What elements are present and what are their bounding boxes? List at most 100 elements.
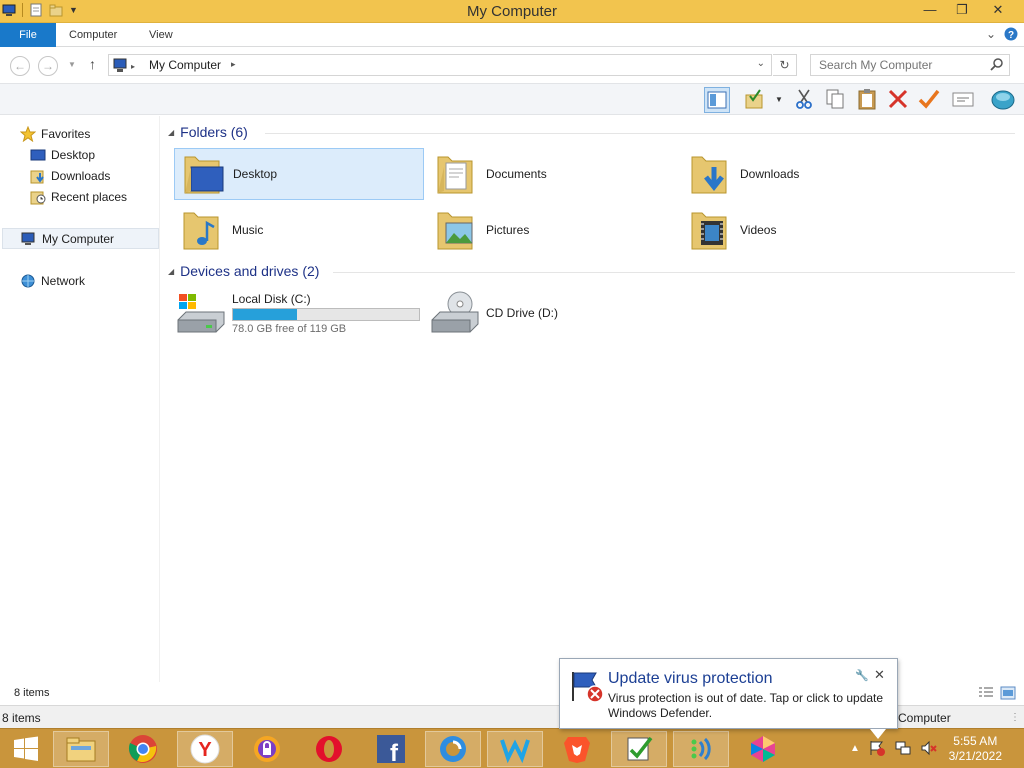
- preview-pane-icon: [707, 91, 727, 109]
- ribbon-tabs: File Computer View ⌄ ?: [0, 23, 1024, 47]
- tab-view[interactable]: View: [149, 23, 173, 47]
- rename-button[interactable]: [917, 87, 943, 113]
- folders-group-header[interactable]: ◢ Folders (6): [168, 124, 248, 140]
- refresh-button[interactable]: ↻: [773, 54, 797, 76]
- drive-free-space: 78.0 GB free of 119 GB: [232, 322, 347, 335]
- facebook-icon: f: [377, 735, 405, 764]
- folder-tile-music[interactable]: Music: [174, 204, 424, 256]
- forward-button[interactable]: →: [38, 56, 58, 76]
- search-icon[interactable]: [990, 57, 1004, 71]
- w-app-icon: [500, 739, 530, 764]
- restore-button[interactable]: ❐: [946, 0, 978, 22]
- paste-button[interactable]: [855, 87, 881, 113]
- search-input[interactable]: [810, 54, 1010, 76]
- folder-tile-documents[interactable]: Documents: [428, 148, 678, 200]
- select-dropdown-icon[interactable]: ▼: [775, 95, 783, 104]
- sidebar-item-my-computer[interactable]: My Computer: [2, 228, 159, 249]
- taskbar-facebook[interactable]: f: [363, 731, 419, 767]
- folder-label: Desktop: [233, 167, 278, 181]
- minimize-button[interactable]: —: [914, 0, 946, 22]
- volume-muted-icon[interactable]: [920, 739, 938, 757]
- folder-tile-videos[interactable]: Videos: [682, 204, 932, 256]
- taskbar-checkmark-app[interactable]: [611, 731, 667, 767]
- notification-close-button[interactable]: ✕: [874, 667, 885, 683]
- resize-grip-icon[interactable]: ⋮: [1010, 712, 1020, 723]
- network-icon: [21, 274, 35, 287]
- taskbar-clock[interactable]: 5:55 AM 3/21/2022: [949, 734, 1002, 764]
- network-status-icon[interactable]: [894, 739, 912, 757]
- sidebar-item-recent-places[interactable]: Recent places: [30, 186, 150, 207]
- file-explorer-icon: [66, 737, 96, 762]
- delete-button[interactable]: [886, 87, 912, 113]
- folder-tile-pictures[interactable]: Pictures: [428, 204, 678, 256]
- cut-button[interactable]: [792, 87, 818, 113]
- computer-icon: ▸: [113, 58, 135, 72]
- opera-icon: [316, 736, 342, 762]
- folder-tile-desktop[interactable]: Desktop: [174, 148, 424, 200]
- taskbar-opera[interactable]: [301, 731, 357, 767]
- clock-date: 3/21/2022: [948, 749, 1002, 763]
- breadcrumb-chevron-icon[interactable]: ▸: [231, 59, 236, 70]
- start-button[interactable]: [0, 731, 52, 767]
- taskbar-w-app[interactable]: [487, 731, 543, 767]
- drive-tile-local-disk[interactable]: Local Disk (C:) 78.0 GB free of 119 GB: [176, 290, 420, 336]
- notification-balloon[interactable]: Update virus protection Virus protection…: [559, 658, 898, 729]
- large-icons-view-icon[interactable]: [1000, 686, 1016, 700]
- circle-c-browser-icon: [440, 736, 466, 762]
- desktop-folder-icon: [184, 156, 224, 194]
- system-tray: ▲: [850, 739, 938, 757]
- notification-settings-icon[interactable]: 🔧: [855, 669, 869, 682]
- item-count: 8 items: [14, 687, 50, 699]
- drive-tile-cd-drive[interactable]: CD Drive (D:): [430, 290, 558, 336]
- taskbar-signal-app[interactable]: [673, 731, 729, 767]
- select-button[interactable]: [742, 87, 768, 113]
- collapse-triangle-icon[interactable]: ◢: [168, 128, 174, 137]
- breadcrumb[interactable]: My Computer: [149, 58, 221, 72]
- up-arrow-icon[interactable]: ↑: [89, 56, 96, 72]
- videos-folder-icon: [691, 212, 727, 250]
- taskbar-chrome[interactable]: [115, 731, 171, 767]
- tab-computer[interactable]: Computer: [69, 23, 117, 47]
- taskbar-security-app[interactable]: [239, 731, 295, 767]
- sidebar-item-desktop[interactable]: Desktop: [30, 144, 150, 165]
- notification-body: Virus protection is out of date. Tap or …: [608, 691, 884, 720]
- taskbar-file-explorer[interactable]: [53, 731, 109, 767]
- drives-group-header[interactable]: ◢ Devices and drives (2): [168, 263, 319, 279]
- computer-icon: [21, 232, 35, 245]
- navigation-bar: ← → ▼ ↑ ▸ My Computer ▸ ⌄ ↻: [0, 48, 1024, 82]
- collapse-triangle-icon[interactable]: ◢: [168, 267, 174, 276]
- recent-locations-icon[interactable]: ▼: [68, 60, 76, 69]
- item-count: 8 items: [2, 711, 41, 725]
- sidebar-item-downloads[interactable]: Downloads: [30, 165, 150, 186]
- star-icon: [20, 125, 36, 142]
- taskbar-browser-c[interactable]: [425, 731, 481, 767]
- folder-tile-downloads[interactable]: Downloads: [682, 148, 932, 200]
- taskbar-yandex[interactable]: Y: [177, 731, 233, 767]
- show-hidden-icons-icon[interactable]: ▲: [850, 743, 860, 754]
- address-history-dropdown-icon[interactable]: ⌄: [757, 58, 765, 69]
- window-title: My Computer: [466, 3, 558, 20]
- taskbar-brave[interactable]: [549, 731, 605, 767]
- back-button[interactable]: ←: [10, 56, 30, 76]
- properties-button[interactable]: [951, 87, 977, 113]
- svg-text:?: ?: [1008, 30, 1014, 41]
- tab-file[interactable]: File: [0, 23, 56, 47]
- address-bar[interactable]: ▸ My Computer ▸ ⌄: [108, 54, 772, 76]
- pictures-folder-icon: [437, 212, 473, 250]
- taskbar-color-app[interactable]: [735, 731, 791, 767]
- help-icon[interactable]: ?: [1004, 27, 1018, 41]
- control-panel-button[interactable]: [990, 87, 1016, 113]
- expand-ribbon-icon[interactable]: ⌄: [986, 27, 996, 41]
- downloads-folder-icon: [691, 156, 727, 194]
- details-view-icon[interactable]: [978, 686, 994, 700]
- sidebar-item-favorites[interactable]: Favorites: [20, 123, 150, 144]
- sidebar-item-network[interactable]: Network: [20, 270, 150, 291]
- view-toggle: [978, 686, 1016, 700]
- action-center-flag-icon[interactable]: [868, 739, 886, 757]
- preview-pane-button[interactable]: [704, 87, 730, 113]
- recent-places-icon: [30, 191, 46, 204]
- music-folder-icon: [183, 212, 219, 250]
- close-button[interactable]: ✕: [978, 0, 1018, 22]
- chrome-icon: [128, 735, 157, 763]
- copy-button[interactable]: [823, 87, 849, 113]
